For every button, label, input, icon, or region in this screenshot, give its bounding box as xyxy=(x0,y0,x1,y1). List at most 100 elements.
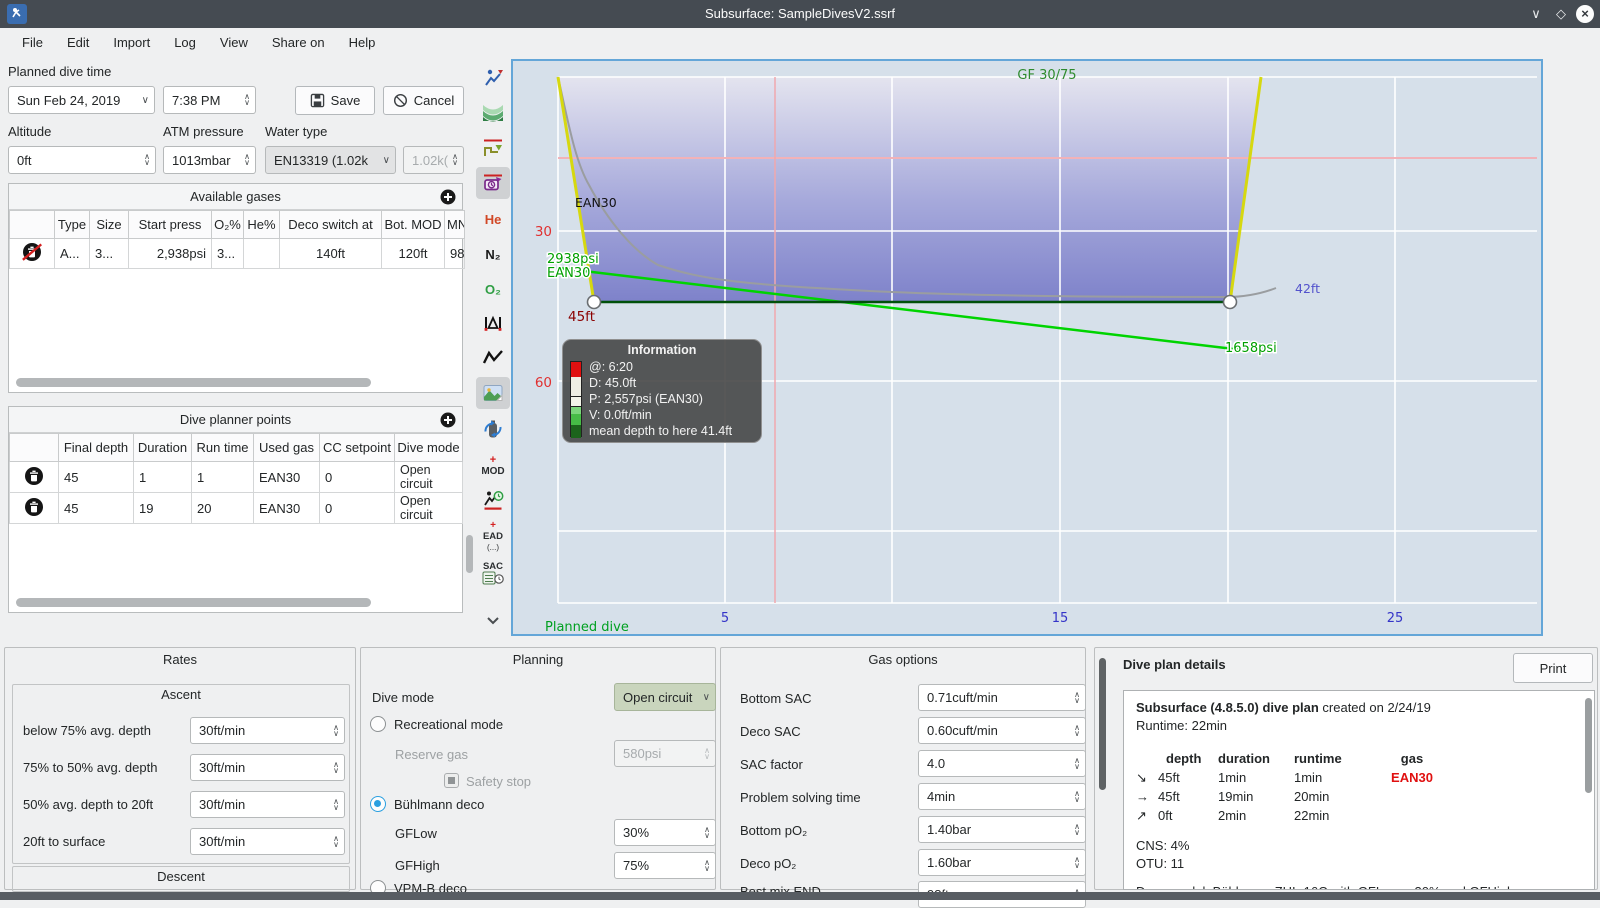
add-gas-button[interactable] xyxy=(440,188,456,213)
minimize-button[interactable]: ∨ xyxy=(1526,4,1546,24)
menu-file[interactable]: File xyxy=(10,28,55,58)
menu-view[interactable]: View xyxy=(208,28,260,58)
col-used-gas[interactable]: Used gas xyxy=(253,433,320,462)
rates-title: Rates xyxy=(163,652,197,667)
planner-point-row[interactable]: 45 1 1 EAN30 0 Open circuit xyxy=(9,461,463,493)
col-bot-mod[interactable]: Bot. MOD xyxy=(381,210,445,239)
add-point-button[interactable] xyxy=(440,411,456,436)
deco-sac-spinner[interactable]: 0.60cuft/min ∧ ∨ xyxy=(918,717,1086,744)
delete-icon[interactable] xyxy=(24,466,44,486)
col-dive-mode[interactable]: Dive mode xyxy=(394,433,463,462)
sac-factor-spinner[interactable]: 4.0 ∧ ∨ xyxy=(918,750,1086,777)
information-tooltip: Information @: 6:20 D: 45.0ft P: 2,557ps… xyxy=(562,339,762,443)
photos-icon xyxy=(483,385,503,401)
close-button[interactable]: × xyxy=(1576,5,1594,23)
problem-solving-time-label: Problem solving time xyxy=(740,790,861,805)
left-column-scrollbar[interactable] xyxy=(466,535,473,573)
col-mnd[interactable]: MND xyxy=(444,210,465,239)
toolbar-gas-change-button[interactable] xyxy=(476,413,510,445)
dive-profile-chart[interactable]: GF 30/75 30 60 5 15 25 EAN30 2938psi EAN… xyxy=(511,59,1543,636)
profile-handle[interactable] xyxy=(1222,294,1238,310)
atm-pressure-spinner[interactable]: 1013mbar ∧ ∨ xyxy=(163,146,256,174)
toolbar-planner-points-button[interactable] xyxy=(476,167,510,199)
print-button[interactable]: Print xyxy=(1513,653,1593,683)
points-horizontal-scrollbar[interactable] xyxy=(16,598,371,607)
col-type[interactable]: Type xyxy=(54,210,90,239)
bottom-depth-label: 45ft xyxy=(568,309,595,325)
toolbar-ascent-rate-button[interactable] xyxy=(476,62,510,94)
rate-spinner-2[interactable]: 30ft/min ∧ ∨ xyxy=(190,754,345,781)
toolbar-ead-button[interactable]: + EAD (...) xyxy=(476,519,510,552)
deco-po2-label: Deco pO₂ xyxy=(740,856,797,871)
water-type-combobox[interactable]: EN13319 (1.02k ∨ xyxy=(265,146,396,174)
toolbar-tissue-delta-button[interactable] xyxy=(476,307,510,339)
col-run-time[interactable]: Run time xyxy=(191,433,254,462)
rate-spinner-3[interactable]: 30ft/min ∧ ∨ xyxy=(190,791,345,818)
title-bar: Subsurface: SampleDivesV2.ssrf ∨ ◇ × xyxy=(0,0,1600,28)
toolbar-n2-graph-button[interactable]: N₂ xyxy=(476,238,510,270)
dive-plan-panel-scrollbar[interactable] xyxy=(1099,658,1106,790)
col-duration[interactable]: Duration xyxy=(133,433,192,462)
toolbar-ceiling-button[interactable] xyxy=(476,97,510,129)
col-he[interactable]: He% xyxy=(243,210,280,239)
col-final-depth[interactable]: Final depth xyxy=(58,433,134,462)
depth-tick-30: 30 xyxy=(535,224,552,240)
dive-mode-combobox[interactable]: Open circuit ∨ xyxy=(614,683,716,711)
rate-label-3: 50% avg. depth to 20ft xyxy=(23,797,154,812)
gas-options-title: Gas options xyxy=(868,652,938,667)
rate-graph-icon xyxy=(482,350,503,364)
recreational-mode-radio[interactable] xyxy=(370,716,386,732)
menu-edit[interactable]: Edit xyxy=(55,28,101,58)
plan-deco-model: Deco model: Bühlmann ZHL-16C with GFLow … xyxy=(1136,883,1580,889)
time-spinner[interactable]: 7:38 PM ∧ ∨ xyxy=(163,86,256,114)
menu-log[interactable]: Log xyxy=(162,28,208,58)
no-delete-icon[interactable] xyxy=(22,242,43,262)
gflow-spinner[interactable]: 30% ∧ ∨ xyxy=(614,819,716,846)
dive-mode-label: Dive mode xyxy=(372,690,435,705)
toolbar-he-graph-button[interactable]: He xyxy=(476,203,510,235)
deco-po2-spinner[interactable]: 1.60bar ∧ ∨ xyxy=(918,849,1086,876)
rate-spinner-1[interactable]: 30ft/min ∧ ∨ xyxy=(190,717,345,744)
gfhigh-spinner[interactable]: 75% ∧ ∨ xyxy=(614,852,716,879)
rate-label-4: 20ft to surface xyxy=(23,834,106,849)
water-type-label: Water type xyxy=(265,124,328,139)
col-size[interactable]: Size xyxy=(89,210,129,239)
col-deco-switch[interactable]: Deco switch at xyxy=(279,210,382,239)
cancel-button[interactable]: Cancel xyxy=(383,86,464,115)
col-o2[interactable]: O₂% xyxy=(211,210,244,239)
toolbar-o2-graph-button[interactable]: O₂ xyxy=(476,273,510,305)
gases-horizontal-scrollbar[interactable] xyxy=(16,378,371,387)
toolbar-rate-graph-button[interactable] xyxy=(476,342,510,374)
toolbar-ndl-button[interactable] xyxy=(476,484,510,516)
maximize-button[interactable]: ◇ xyxy=(1551,4,1571,24)
available-gases-panel: Available gases Type Size Start press O₂… xyxy=(8,183,465,393)
toolbar-mod-button[interactable]: + MOD xyxy=(476,449,510,481)
col-start-press[interactable]: Start press xyxy=(128,210,212,239)
bottom-sac-spinner[interactable]: 0.71cuft/min ∧ ∨ xyxy=(918,684,1086,711)
profile-handle[interactable] xyxy=(586,294,602,310)
altitude-spinner[interactable]: 0ft ∧ ∨ xyxy=(8,146,156,174)
gas-row[interactable]: A... 3... 2,938psi 3... 140ft 120ft 98ft xyxy=(9,238,465,269)
plan-text-scrollbar[interactable] xyxy=(1585,698,1592,793)
problem-solving-time-spinner[interactable]: 4min ∧ ∨ xyxy=(918,783,1086,810)
delete-icon[interactable] xyxy=(24,497,44,517)
col-cc-setpoint[interactable]: CC setpoint xyxy=(319,433,395,462)
rate-spinner-4[interactable]: 30ft/min ∧ ∨ xyxy=(190,828,345,855)
toolbar-photos-button[interactable] xyxy=(476,377,510,409)
dive-plan-textbox[interactable]: Subsurface (4.8.5.0) dive plan created o… xyxy=(1123,690,1595,890)
time-tick-5: 5 xyxy=(721,611,729,626)
toolbar-sac-button[interactable]: SAC xyxy=(476,556,510,588)
toolbar-calculated-ceiling-button[interactable] xyxy=(476,132,510,164)
time-tick-25: 25 xyxy=(1387,611,1404,626)
save-button[interactable]: Save xyxy=(295,86,375,115)
menu-import[interactable]: Import xyxy=(101,28,162,58)
date-combobox[interactable]: Sun Feb 24, 2019 ∨ xyxy=(8,86,155,114)
menu-share-on[interactable]: Share on xyxy=(260,28,337,58)
ead-icon: + EAD (...) xyxy=(482,519,504,552)
buhlmann-deco-radio[interactable] xyxy=(370,796,386,812)
plan-table-row: ↘ 45ft 1min 1min EAN30 xyxy=(1136,770,1433,785)
bottom-po2-spinner[interactable]: 1.40bar ∧ ∨ xyxy=(918,816,1086,843)
planner-point-row[interactable]: 45 19 20 EAN30 0 Open circuit xyxy=(9,492,463,524)
menu-help[interactable]: Help xyxy=(337,28,388,58)
toolbar-scroll-down-button[interactable] xyxy=(476,604,510,636)
